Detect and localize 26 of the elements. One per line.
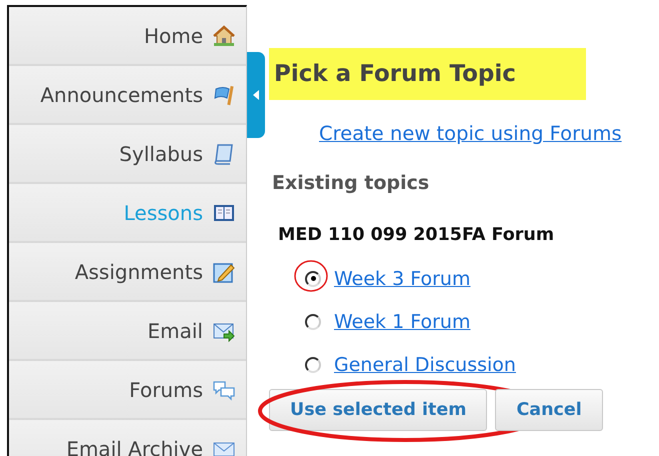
flag-icon	[213, 84, 235, 106]
use-selected-button[interactable]: Use selected item	[269, 389, 488, 431]
sidebar-item[interactable]: Forums	[9, 361, 246, 420]
section-heading: Existing topics	[272, 172, 430, 194]
topic-link[interactable]: Week 1 Forum	[334, 310, 470, 332]
sidebar-item[interactable]: Assignments	[9, 243, 246, 302]
topic-link[interactable]: General Discussion	[334, 354, 516, 376]
radio-button[interactable]	[305, 314, 321, 330]
collapse-arrow-icon	[253, 90, 259, 100]
forum-name: MED 110 099 2015FA Forum	[278, 225, 556, 245]
pencil-icon	[213, 260, 235, 282]
create-topic-link[interactable]: Create new topic using Forums	[319, 122, 622, 145]
radio-button[interactable]	[305, 356, 321, 372]
topic-link[interactable]: Week 3 Forum	[334, 268, 470, 290]
sidebar-item[interactable]: Announcements	[9, 66, 246, 125]
house-icon	[213, 24, 235, 46]
sidebar-item[interactable]: Email Archive	[9, 420, 246, 456]
sidebar-item[interactable]: Email	[9, 302, 246, 361]
cancel-button[interactable]: Cancel	[495, 389, 603, 431]
radio-button[interactable]	[305, 270, 321, 286]
scroll-icon	[213, 142, 235, 164]
collapse-tab[interactable]	[247, 52, 265, 138]
sidebar-item[interactable]: Syllabus	[9, 125, 246, 184]
speech-bubbles-icon	[213, 378, 235, 400]
sidebar-item[interactable]: Home	[9, 7, 246, 66]
page-title: Pick a Forum Topic	[269, 48, 586, 100]
